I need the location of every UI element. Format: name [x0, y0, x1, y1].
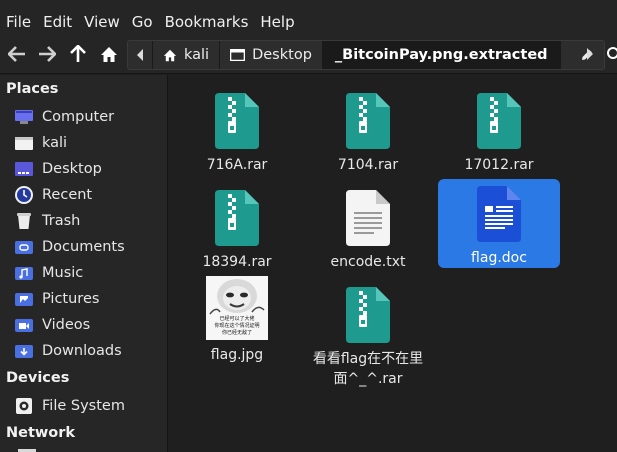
- desktop-icon: [230, 49, 246, 61]
- file-item[interactable]: 716A.rar: [176, 81, 298, 175]
- menu-go[interactable]: Go: [126, 0, 159, 42]
- file-name: 17012.rar: [464, 157, 534, 173]
- menu-bookmarks[interactable]: Bookmarks: [159, 0, 255, 42]
- breadcrumb-current[interactable]: _BitcoinPay.png.extracted: [322, 41, 561, 69]
- sidebar-item-music[interactable]: Music: [14, 260, 83, 286]
- search-icon: [607, 47, 617, 59]
- music-folder-icon: [14, 264, 34, 282]
- file-item[interactable]: 已经可以了大佬 你现在这个情况证明 你已经无敌了 flag.jpg: [176, 275, 298, 365]
- drive-icon: [14, 397, 34, 415]
- file-item[interactable]: 18394.rar: [176, 178, 298, 272]
- file-name: 18394.rar: [202, 254, 272, 270]
- documents-folder-icon: [14, 238, 34, 256]
- sidebar-item-computer[interactable]: Computer: [14, 104, 114, 130]
- menu-file[interactable]: File: [0, 0, 37, 42]
- breadcrumb-desktop[interactable]: Desktop: [220, 41, 323, 69]
- breadcrumb-scroll-left[interactable]: [128, 41, 153, 69]
- menu-edit[interactable]: Edit: [37, 0, 78, 42]
- file-name: encode.txt: [330, 254, 406, 270]
- search-button[interactable]: [604, 40, 617, 68]
- clock-icon: [14, 186, 34, 204]
- computer-icon: [14, 108, 34, 126]
- image-thumbnail: 已经可以了大佬 你现在这个情况证明 你已经无敌了: [206, 276, 268, 340]
- arrow-left-icon: [8, 46, 25, 62]
- document-icon: [477, 184, 521, 242]
- places-heading: Places: [6, 81, 59, 97]
- sidebar-item-trash[interactable]: Trash: [14, 208, 80, 234]
- meme-thumbnail: 已经可以了大佬 你现在这个情况证明 你已经无敌了: [206, 276, 268, 340]
- file-item[interactable]: 看看flag在不在里面^_^.rar: [307, 275, 429, 389]
- meme-text-line: 你现在这个情况证明: [214, 323, 260, 329]
- back-button[interactable]: [4, 40, 30, 68]
- pictures-folder-icon: [14, 290, 34, 308]
- arrow-right-icon: [39, 46, 56, 62]
- sidebar-item-desktop[interactable]: Desktop: [14, 156, 102, 182]
- up-button[interactable]: [65, 40, 91, 68]
- menu-help[interactable]: Help: [254, 0, 300, 42]
- archive-icon: [477, 87, 521, 149]
- sidebar-item-downloads[interactable]: Downloads: [14, 338, 122, 364]
- sidebar: Places Computer kali Desktop Recent Tras…: [0, 75, 168, 452]
- file-item-selected[interactable]: flag.doc: [438, 179, 560, 268]
- meme-text-line: 你已经无敌了: [221, 330, 252, 336]
- menu-view[interactable]: View: [78, 0, 126, 42]
- videos-folder-icon: [14, 316, 34, 334]
- downloads-folder-icon: [14, 342, 34, 360]
- chevron-right-icon: [587, 48, 593, 60]
- home-icon: [163, 49, 177, 62]
- breadcrumb-scroll-right[interactable]: [578, 40, 602, 68]
- file-name: 716A.rar: [206, 157, 268, 173]
- file-name: flag.doc: [471, 250, 527, 266]
- sidebar-item-recent[interactable]: Recent: [14, 182, 92, 208]
- sidebar-item-documents[interactable]: Documents: [14, 234, 125, 260]
- toolbar: kali Desktop _BitcoinPay.png.extracted: [0, 38, 617, 74]
- menu-bar: File Edit View Go Bookmarks Help: [0, 0, 617, 42]
- breadcrumb-kali[interactable]: kali: [153, 41, 221, 69]
- archive-icon: [215, 184, 259, 246]
- sidebar-item-kali[interactable]: kali: [14, 130, 67, 156]
- sidebar-item-pictures[interactable]: Pictures: [14, 286, 99, 312]
- home-icon: [101, 46, 117, 62]
- file-item[interactable]: 7104.rar: [307, 81, 429, 175]
- network-heading: Network: [6, 425, 76, 441]
- archive-icon: [346, 87, 390, 149]
- sidebar-item-videos[interactable]: Videos: [14, 312, 90, 338]
- home-button[interactable]: [96, 40, 122, 68]
- chevron-left-icon: [137, 49, 143, 61]
- file-name: 看看flag在不在里面^_^.rar: [312, 351, 424, 387]
- trash-icon: [14, 212, 34, 230]
- sidebar-item-file-system[interactable]: File System: [14, 393, 125, 419]
- file-name: 7104.rar: [337, 157, 399, 173]
- file-item[interactable]: 17012.rar: [438, 81, 560, 175]
- file-view: 716A.rar 7104.rar 17012.rar 18394.rar en…: [169, 75, 617, 452]
- home-folder-icon: [14, 134, 34, 152]
- archive-icon: [346, 281, 390, 343]
- text-file-icon: [346, 184, 390, 246]
- file-name: flag.jpg: [210, 347, 264, 363]
- meme-text-line: 已经可以了大佬: [219, 316, 255, 322]
- arrow-up-icon: [70, 45, 86, 62]
- archive-icon: [215, 87, 259, 149]
- breadcrumb: kali Desktop _BitcoinPay.png.extracted: [127, 40, 605, 70]
- desktop-icon: [14, 160, 34, 178]
- devices-heading: Devices: [6, 370, 70, 386]
- file-item[interactable]: encode.txt: [307, 178, 429, 272]
- forward-button[interactable]: [34, 40, 60, 68]
